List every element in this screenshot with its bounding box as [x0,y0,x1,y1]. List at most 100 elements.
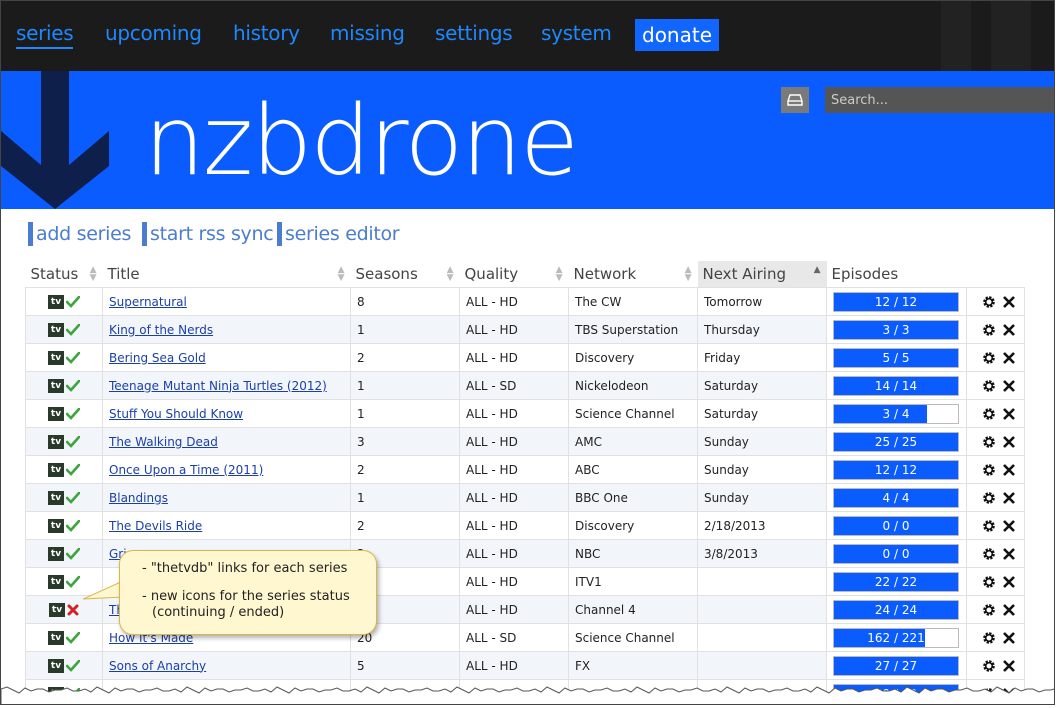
gear-icon[interactable] [982,519,996,533]
next-airing-cell [697,651,827,680]
close-icon[interactable] [1002,435,1016,449]
gear-icon[interactable] [982,295,996,309]
series-title-link[interactable]: Supernatural [109,295,187,309]
tv-icon[interactable]: tv [48,490,64,505]
close-icon[interactable] [1002,659,1016,673]
gear-icon[interactable] [982,491,996,505]
tv-icon[interactable]: tv [48,322,64,337]
tv-icon[interactable]: tv [48,378,64,393]
tv-icon[interactable]: tv [48,434,64,449]
gear-icon[interactable] [982,463,996,477]
next-airing-cell: Thursday [697,315,827,344]
close-icon[interactable] [1002,603,1016,617]
column-seasons[interactable]: Seasons ▲ ▼ [351,261,460,288]
column-quality[interactable]: Quality ▲ ▼ [460,261,569,288]
gear-icon[interactable] [982,323,996,337]
nav-history[interactable]: history [233,21,300,45]
status-cell: tv [25,287,103,316]
nav-system[interactable]: system [541,21,612,45]
series-title-link[interactable]: King of the Nerds [109,323,213,337]
tv-icon[interactable]: tv [48,574,64,589]
check-icon [66,519,80,532]
table-row: tv The Walking Dead 3 ALL - HD AMC Sunday 25 /… [25,427,1025,456]
episodes-cell: 27 / 27 [826,651,967,680]
close-icon[interactable] [1002,295,1016,309]
tv-icon[interactable]: tv [48,406,64,421]
sort-icon: ▲ ▼ [89,265,97,283]
close-icon[interactable] [1002,407,1016,421]
nav-settings[interactable]: settings [435,21,513,45]
nav-missing[interactable]: missing [330,21,405,45]
gear-icon[interactable] [982,407,996,421]
column-label: Network [573,265,637,283]
nav-upcoming[interactable]: upcoming [105,21,202,45]
table-body: tv Supernatural 8 ALL - HD The CW Tomorrow 12 … [25,287,1025,704]
table-row: tv The Devils Ride 2 ALL - HD Discovery 2/18/… [25,511,1025,540]
close-icon[interactable] [1002,379,1016,393]
tv-icon[interactable]: tv [48,462,64,477]
row-controls [966,343,1025,372]
nav-series[interactable]: series [16,21,74,49]
tv-icon[interactable]: tv [48,350,64,365]
series-title-link[interactable]: Once Upon a Time (2011) [109,463,263,477]
close-icon[interactable] [1002,547,1016,561]
gear-icon[interactable] [982,603,996,617]
title-cell: Bering Sea Gold [102,343,351,372]
seasons-cell: 1 [350,399,460,428]
close-icon[interactable] [1002,323,1016,337]
network-cell: Science Channel [568,399,698,428]
series-title-link[interactable]: Blandings [109,491,168,505]
tv-icon[interactable]: tv [48,294,64,309]
column-network[interactable]: Network ▲ ▼ [569,261,698,288]
series-title-link[interactable]: The Devils Ride [109,519,202,533]
arrow-down-icon [1,71,109,209]
sort-icon: ▲ ▼ [555,265,563,283]
column-episodes[interactable]: Episodes [827,261,967,288]
series-editor-button[interactable]: series editor [277,222,400,246]
quality-cell: ALL - HD [459,427,569,456]
column-status[interactable]: Status ▲ ▼ [26,261,103,288]
tv-icon[interactable]: tv [49,602,65,617]
tv-icon[interactable]: tv [48,630,64,645]
episode-count: 24 / 24 [874,602,918,617]
series-title-link[interactable]: Stuff You Should Know [109,407,243,421]
disk-button[interactable] [781,87,809,113]
close-icon[interactable] [1002,519,1016,533]
episode-progress-bar: 0 / 0 [833,515,959,536]
gear-icon[interactable] [982,631,996,645]
gear-icon[interactable] [982,379,996,393]
column-next-airing[interactable]: Next Airing ▲ [697,261,827,288]
series-title-link[interactable]: The Walking Dead [109,435,218,449]
gear-icon[interactable] [982,351,996,365]
gear-icon[interactable] [982,575,996,589]
episodes-cell: 4 / 4 [826,483,967,512]
gear-icon[interactable] [982,547,996,561]
check-icon [66,407,80,420]
nav-donate[interactable]: donate [635,19,720,51]
next-airing-cell: Sunday [697,483,827,512]
add-series-button[interactable]: add series [28,222,131,246]
rss-sync-button[interactable]: start rss sync [142,222,274,246]
close-icon[interactable] [1002,575,1016,589]
gear-icon[interactable] [982,659,996,673]
table-row: tv Bering Sea Gold 2 ALL - HD Discovery Frida… [25,343,1025,372]
nav-background-decoration [941,1,971,71]
close-icon[interactable] [1002,631,1016,645]
series-title-link[interactable]: Bering Sea Gold [109,351,206,365]
tv-icon[interactable]: tv [48,518,64,533]
check-icon [66,659,80,672]
episode-count: 22 / 22 [874,574,918,589]
series-title-link[interactable]: Teenage Mutant Ninja Turtles (2012) [109,379,327,393]
network-cell: BBC One [568,483,698,512]
series-title-link[interactable]: Sons of Anarchy [109,659,206,673]
check-icon [66,435,80,448]
tv-icon[interactable]: tv [48,546,64,561]
row-controls [966,455,1025,484]
close-icon[interactable] [1002,491,1016,505]
search-input[interactable] [825,87,1054,113]
column-title[interactable]: Title ▲ ▼ [103,261,351,288]
close-icon[interactable] [1002,351,1016,365]
gear-icon[interactable] [982,435,996,449]
tv-icon[interactable]: tv [48,658,64,673]
close-icon[interactable] [1002,463,1016,477]
